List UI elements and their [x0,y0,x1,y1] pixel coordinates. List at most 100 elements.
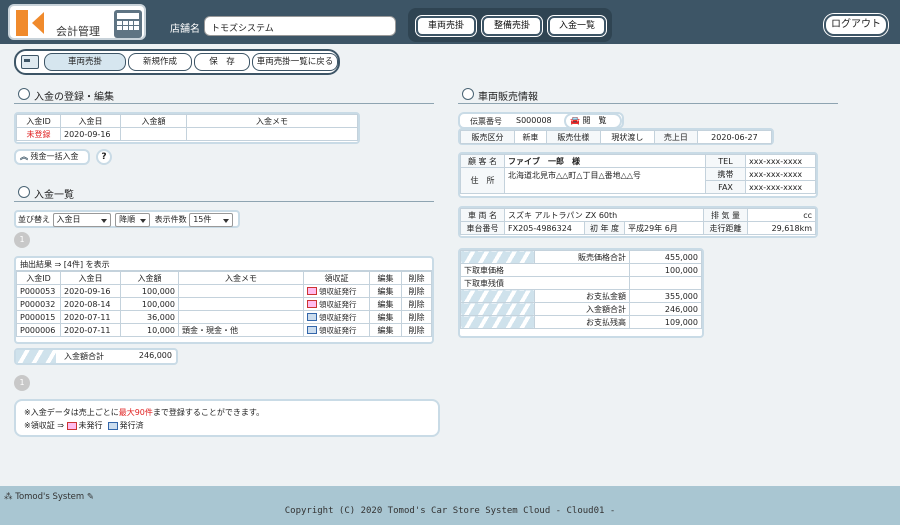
delete-button[interactable]: 削除 [401,284,432,298]
row-memo: 頭金・現金・他 [178,323,304,337]
note-limit: 最大90件 [118,408,153,417]
store-label: 店舗名 [170,24,200,35]
sale-date-label: 売上日 [653,130,698,144]
summary-value [629,276,702,290]
logout-button[interactable]: ログアウト [824,14,888,36]
note-line-2: ※領収証 ⇒ 未発行 発行済 [24,419,430,432]
page-number-bottom[interactable]: 1 [14,375,30,391]
sale-type-label: 販売区分 [459,130,516,144]
tel-value: xxx-xxx-xxxx [745,154,816,168]
store-name-field[interactable]: トモズシステム [204,16,396,36]
col-memo: 入金メモ [186,114,358,128]
save-button[interactable]: 保 存 [194,53,250,71]
mascot-icon: ✎ [86,492,95,502]
back-arrow-icon [32,12,44,34]
col-receipt: 領収証 [303,271,370,285]
summary-value: 355,000 [629,289,702,303]
receipt-label: 領収証発行 [319,312,357,322]
sort-label: 並び替え [18,215,50,224]
app-footer: ⁂ Tomod's System ✎ Copyright (C) 2020 To… [0,486,900,525]
chassis-value: FX205-4986324 [504,221,585,235]
app-logo[interactable]: 会計管理 [8,4,146,40]
delete-button[interactable]: 削除 [401,323,432,337]
sale-type-value: 新車 [514,130,547,144]
divider [14,201,434,202]
summary-label: 販売価格合計 [534,250,630,264]
payment-edit-title: 入金の登録・編集 [18,88,114,103]
bulk-payment-label: 残金一括入金 [30,152,79,161]
receipt-unissued-icon [307,287,317,295]
vehicle-info-title: 車両販売情報 [462,88,538,103]
receipt-label: 領収証発行 [319,299,357,309]
receipt-issue-button[interactable]: 領収証発行 [303,284,370,298]
app-title: 会計管理 [56,25,100,38]
mileage-value: 29,618km [747,221,816,235]
app-header: 会計管理 店舗名 トモズシステム 車両売掛 整備売掛 入金一覧 ログアウト [0,0,900,44]
payment-date-input[interactable]: 2020-09-16 [60,127,121,141]
edit-button[interactable]: 編集 [369,310,402,324]
mobile-label: 携帯 [705,167,746,181]
divider [14,103,434,104]
receipt-unissued-icon [66,421,77,430]
summary-value: 100,000 [629,263,702,277]
first-year-label: 初 年 度 [584,221,625,235]
help-button[interactable]: ? [96,149,112,165]
nav-vehicle-receivables[interactable]: 車両売掛 [416,16,476,36]
total-value: 246,000 [138,351,172,360]
receipt-issue-button[interactable]: 領収証発行 [303,310,370,324]
sort-bar: 並び替え 入金日 降順 表示件数 15件 [14,210,240,228]
col-amount: 入金額 [120,271,179,285]
col-amount: 入金額 [120,114,187,128]
view-button[interactable]: 🚘 閲 覧 [564,113,622,129]
slip-value: S000008 [516,116,552,125]
new-button[interactable]: 新規作成 [128,53,192,71]
row-id: P000006 [16,323,61,337]
sale-date-value: 2020-06-27 [696,130,773,144]
spec-label: 販売仕様 [545,130,601,144]
row-memo [178,310,304,324]
note-text: ※領収証 ⇒ [24,421,64,430]
back-to-list-button[interactable]: 車両売掛一覧に戻る [252,53,338,71]
note-text: ※入金データは売上ごとに [24,408,119,417]
edit-button[interactable]: 編集 [369,297,402,311]
edit-button[interactable]: 編集 [369,284,402,298]
receipt-issue-button[interactable]: 領収証発行 [303,297,370,311]
logo-bar-icon [16,10,28,36]
delete-button[interactable]: 削除 [401,310,432,324]
customer-label: 顧 客 名 [460,154,505,168]
payment-memo-input[interactable] [186,127,358,141]
chevron-up-icon: ︽ [20,152,28,161]
bulk-payment-button[interactable]: ︽ 残金一括入金 [14,149,90,165]
page-number[interactable]: 1 [14,232,30,248]
receipt-issued-icon [107,421,118,430]
displacement-label: 排 気 量 [703,208,748,222]
summary-value: 455,000 [629,250,702,264]
row-id: P000015 [16,310,61,324]
summary-value: 109,000 [629,315,702,329]
summary-label: 下取車残債 [460,276,630,290]
payment-list-title: 入金一覧 [18,186,74,201]
footer-brand: ⁂ Tomod's System ✎ [4,492,94,502]
summary-label: お支払金額 [534,289,630,303]
delete-button[interactable]: 削除 [401,297,432,311]
stripe-decoration [460,250,535,264]
receipt-label: 領収証発行 [319,325,357,335]
tab-vehicle-receivable[interactable]: 車両売掛 [44,53,126,71]
nav-maintenance-receivables[interactable]: 整備売掛 [482,16,542,36]
fax-value: xxx-xxx-xxxx [745,180,816,194]
row-amount: 36,000 [120,310,179,324]
action-toolbar: 車両売掛 新規作成 保 存 車両売掛一覧に戻る [14,49,340,75]
count-select[interactable]: 15件 [189,213,234,227]
nav-payment-list[interactable]: 入金一覧 [548,16,606,36]
payment-summary: 販売価格合計 455,000 下取車価格 100,000 下取車残債 お支払金額 35… [458,248,704,338]
brand-name: Tomod's System [15,492,85,502]
receipt-issue-button[interactable]: 領収証発行 [303,323,370,337]
payment-amount-input[interactable] [120,127,187,141]
col-id: 入金ID [16,271,61,285]
car-name-label: 車 両 名 [460,208,505,222]
view-label: 閲 覧 [582,116,607,125]
edit-button[interactable]: 編集 [369,323,402,337]
sort-order-select[interactable]: 降順 [115,213,151,227]
summary-label: お支払残高 [534,315,630,329]
sort-field-select[interactable]: 入金日 [52,213,111,227]
